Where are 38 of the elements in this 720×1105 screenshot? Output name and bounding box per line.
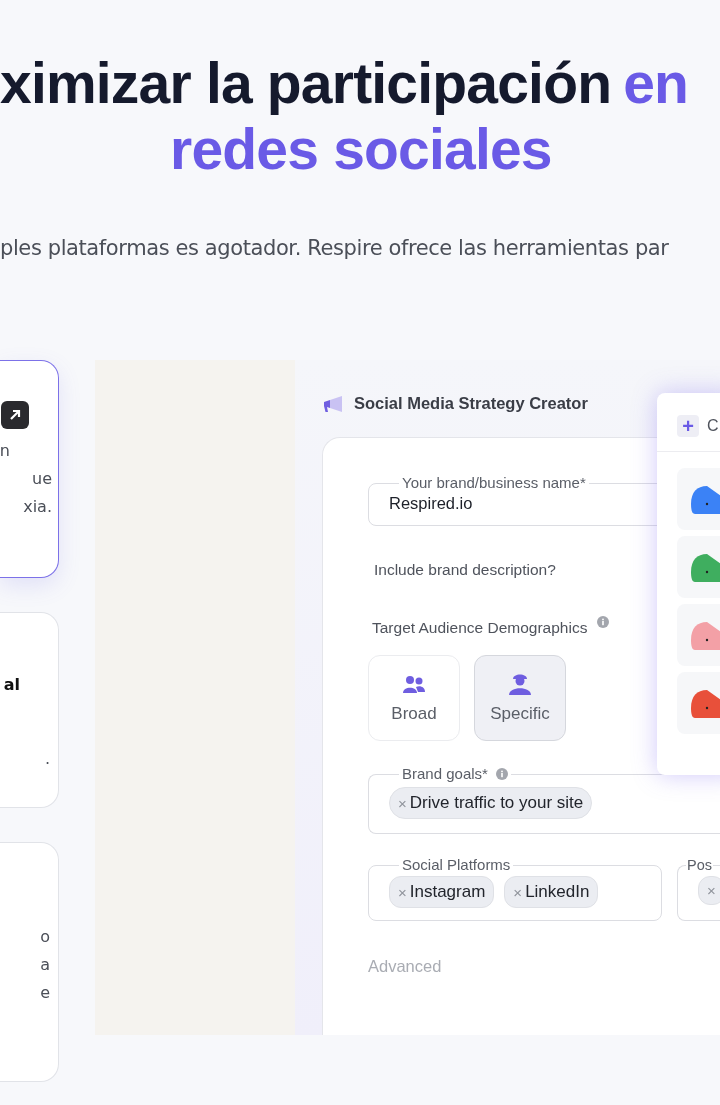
field-label: Social Platforms	[401, 856, 512, 874]
list-item[interactable]	[677, 468, 720, 530]
card-text: e	[40, 982, 50, 1004]
app-title: Social Media Strategy Creator	[354, 394, 588, 413]
option-card[interactable]: Specific	[474, 655, 566, 741]
headline: redes sociales	[170, 117, 552, 181]
card-text: xia.	[23, 496, 52, 518]
card-text: o	[40, 926, 50, 948]
popup-label: C	[707, 417, 719, 435]
field-label: Brand goals*	[402, 765, 488, 782]
headline: ximizar la participación	[0, 51, 612, 115]
tag-chip[interactable]: × LinkedIn	[504, 876, 599, 908]
person-icon	[507, 672, 533, 696]
subtitle: ples plataformas es agotador. Respire ofrece las herramientas par	[0, 235, 670, 262]
list-item[interactable]	[677, 536, 720, 598]
field-label: Target Audience Demographics	[372, 619, 588, 637]
option-card[interactable]: Broad	[368, 655, 460, 741]
tags-field[interactable]: Brand goals* × Drive traffic to your site	[368, 765, 720, 834]
tag-chip[interactable]: × Drive traffic to your site	[389, 787, 593, 819]
feature-card[interactable]: al .	[0, 612, 59, 808]
question-label: Include brand description?	[374, 561, 556, 579]
field-value: Respired.io	[389, 494, 474, 513]
field-label: Your brand/business name*	[401, 474, 587, 492]
megaphone-icon	[322, 394, 344, 413]
add-icon[interactable]: +	[677, 415, 699, 437]
tag-chip[interactable]: × Instagram	[389, 876, 495, 908]
field-label: Pos	[686, 856, 713, 874]
card-text: a	[40, 954, 50, 976]
list-item[interactable]	[677, 604, 720, 666]
feature-card[interactable]: n ue xia.	[0, 360, 59, 578]
tags-field[interactable]: Social Platforms × Instagram × LinkedIn	[368, 856, 662, 921]
feature-card[interactable]: o a e	[0, 842, 59, 1082]
card-text: n	[0, 440, 10, 462]
list-item[interactable]	[677, 672, 720, 734]
card-text: .	[44, 748, 50, 770]
card-text: ue	[32, 468, 52, 490]
headline-accent: en	[623, 51, 689, 115]
card-title: al	[3, 674, 20, 696]
